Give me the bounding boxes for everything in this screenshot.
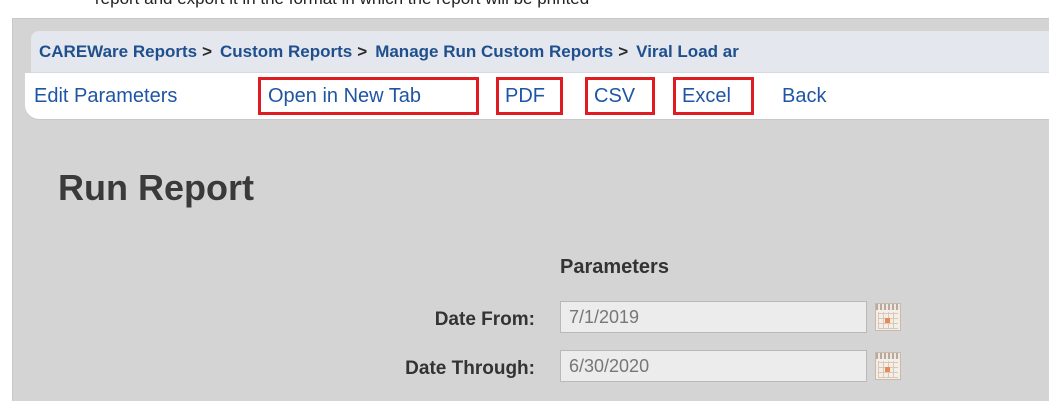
careware-window: CAREWare Reports > Custom Reports > Mana… (12, 18, 1049, 401)
calendar-icon[interactable] (875, 352, 901, 380)
breadcrumb-viral-load-report[interactable]: Viral Load ar (636, 42, 739, 62)
calendar-icon-grid (878, 312, 898, 329)
caption-fragment: report and export it in the format in wh… (0, 0, 1049, 9)
breadcrumb-careware-reports[interactable]: CAREWare Reports (39, 42, 197, 62)
csv-link[interactable]: CSV (594, 73, 635, 119)
breadcrumb-separator: > (618, 42, 629, 61)
breadcrumb-manage-run-custom-reports[interactable]: Manage Run Custom Reports (375, 42, 613, 62)
page-title: Run Report (58, 167, 254, 208)
excel-link[interactable]: Excel (682, 73, 731, 119)
edit-parameters-link[interactable]: Edit Parameters (34, 73, 177, 119)
date-from-label: Date From: (434, 309, 535, 330)
breadcrumb-separator: > (357, 42, 368, 61)
date-through-label: Date Through: (405, 358, 535, 379)
calendar-icon-grid (878, 361, 898, 378)
parameters-heading: Parameters (560, 256, 669, 278)
date-from-input[interactable] (560, 301, 867, 333)
breadcrumb-custom-reports[interactable]: Custom Reports (220, 42, 352, 62)
calendar-icon[interactable] (875, 303, 901, 331)
pdf-link[interactable]: PDF (505, 73, 545, 119)
breadcrumb: CAREWare Reports > Custom Reports > Mana… (31, 31, 1049, 73)
open-in-new-tab-link[interactable]: Open in New Tab (268, 73, 421, 119)
calendar-icon-binding (876, 353, 900, 359)
calendar-icon-binding (876, 304, 900, 310)
action-bar: Edit Parameters Open in New Tab PDF CSV … (25, 73, 1049, 119)
date-through-input[interactable] (560, 350, 867, 382)
breadcrumb-separator: > (202, 42, 213, 61)
back-link[interactable]: Back (782, 73, 826, 119)
